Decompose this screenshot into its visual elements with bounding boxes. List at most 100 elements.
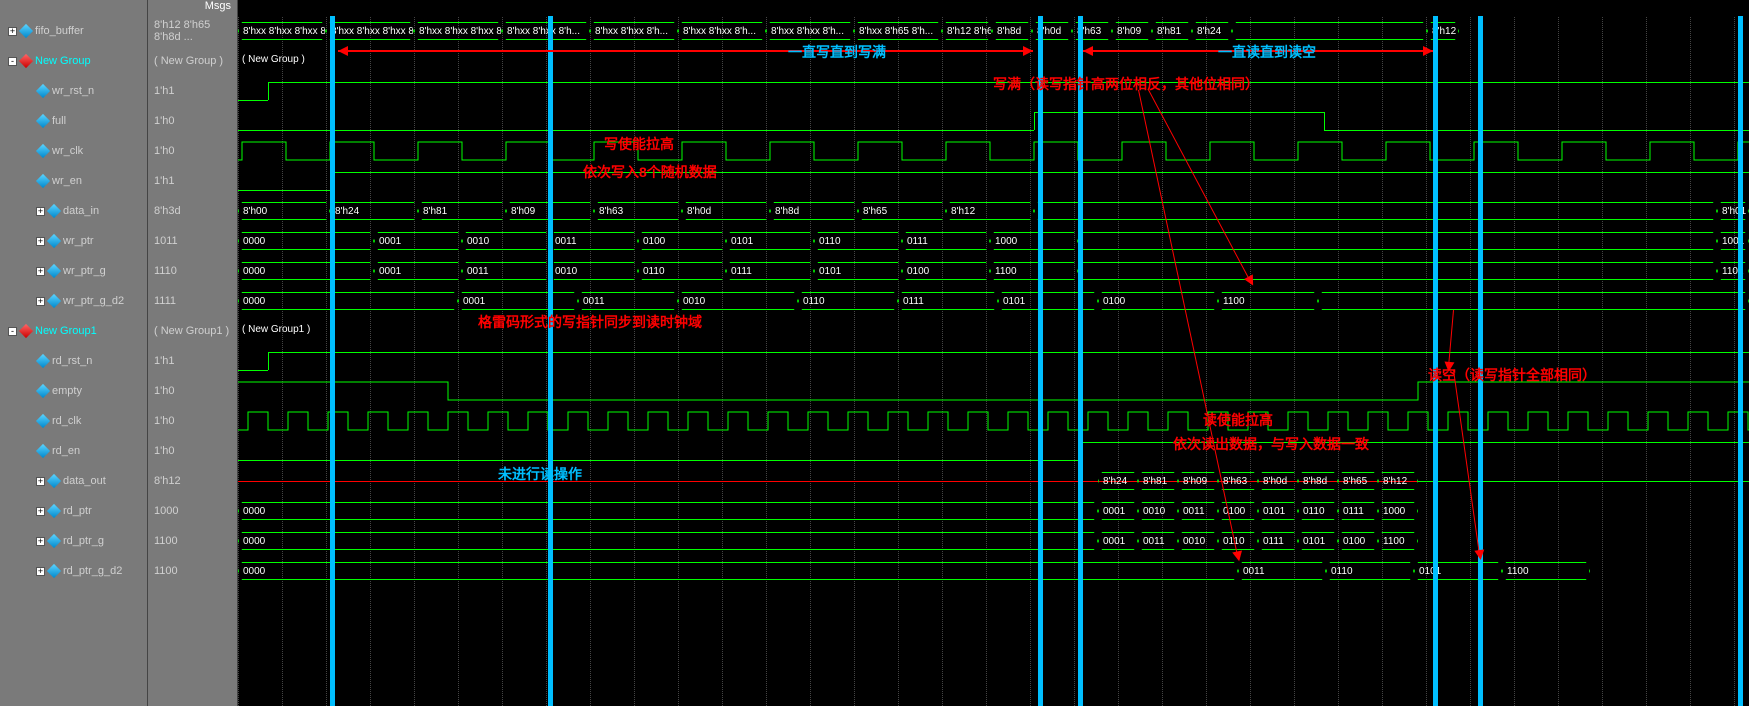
wave-row-rd_rst_n xyxy=(238,346,1749,376)
expand-icon[interactable]: + xyxy=(36,537,45,546)
bus-value: 0100 xyxy=(1338,532,1378,550)
signal-value-rd_rst_n: 1'h1 xyxy=(148,346,237,376)
signal-name-wr_en[interactable]: wr_en xyxy=(0,166,147,196)
bus-value: 8'hxx 8'hxx 8'h... xyxy=(590,22,678,40)
signal-label: rd_ptr xyxy=(63,505,92,517)
bus-value: 0000 xyxy=(238,232,374,250)
wave-row-rd_ptr: 000000010010001101000101011001111000 xyxy=(238,496,1749,526)
wave-row-wr_en xyxy=(238,166,1749,196)
bus-value xyxy=(1078,262,1717,280)
bus-value: 8'hxx 8'hxx 8'hxx 8'hxx 8'... xyxy=(238,22,326,40)
time-cursor[interactable] xyxy=(1078,16,1083,706)
bus-value: 0111 xyxy=(1258,532,1298,550)
signal-name-fifo_buffer[interactable]: +fifo_buffer xyxy=(0,16,147,46)
waveform-panel[interactable]: 8'hxx 8'hxx 8'hxx 8'hxx 8'... 8'hxx 8'hxx… xyxy=(238,0,1749,706)
signal-name-wr_ptr_g[interactable]: + wr_ptr_g xyxy=(0,256,147,286)
expand-icon[interactable]: + xyxy=(36,477,45,486)
signal-name-empty[interactable]: empty xyxy=(0,376,147,406)
expand-icon[interactable]: + xyxy=(36,507,45,516)
bus-value: 0001 xyxy=(1098,532,1138,550)
signal-name-wr_ptr_g_d2[interactable]: + wr_ptr_g_d2 xyxy=(0,286,147,316)
bus-value: 0010 xyxy=(1178,532,1218,550)
signal-value-rd_ptr_g: 1100 xyxy=(148,526,237,556)
signal-value-data_out: 8'h12 xyxy=(148,466,237,496)
signal-name-rd_en[interactable]: rd_en xyxy=(0,436,147,466)
bus-value: 0100 xyxy=(1218,502,1258,520)
signal-name-data_in[interactable]: +data_in xyxy=(0,196,147,226)
time-cursor[interactable] xyxy=(330,16,335,706)
expand-icon[interactable]: + xyxy=(36,207,45,216)
expand-icon[interactable]: + xyxy=(36,297,45,306)
bus-value: 8'h81 xyxy=(1152,22,1192,40)
bus-value: 0101 xyxy=(1298,532,1338,550)
expand-icon[interactable]: + xyxy=(8,27,17,36)
signal-diamond-icon xyxy=(47,234,61,248)
signal-name-rd_ptr_g[interactable]: +rd_ptr_g xyxy=(0,526,147,556)
bus-value: 8'h8d xyxy=(1298,472,1338,490)
bus-value: 8'hxx 8'hxx 8'h... xyxy=(678,22,766,40)
signal-label: wr_ptr xyxy=(63,235,94,247)
time-cursor[interactable] xyxy=(1738,16,1743,706)
bus-value: 8'h81 xyxy=(418,202,506,220)
signal-name-New Group[interactable]: -New Group xyxy=(0,46,147,76)
wave-row-wr_clk xyxy=(238,136,1749,166)
bus-value: 8'hxx 8'hxx 8'h... xyxy=(502,22,590,40)
signal-name-wr_clk[interactable]: wr_clk xyxy=(0,136,147,166)
wave-row-wr_ptr_g_d2: 000000010011001001100111010101001100 xyxy=(238,286,1749,316)
wave-row-full xyxy=(238,106,1749,136)
signal-diamond-icon xyxy=(36,84,50,98)
signal-name-rd_rst_n[interactable]: rd_rst_n xyxy=(0,346,147,376)
signal-value-wr_en: 1'h1 xyxy=(148,166,237,196)
bus-value: 0011 xyxy=(1178,502,1218,520)
expand-icon[interactable]: + xyxy=(36,267,45,276)
bus-value xyxy=(1232,22,1427,40)
signal-name-wr_rst_n[interactable]: wr_rst_n xyxy=(0,76,147,106)
time-cursor[interactable] xyxy=(1433,16,1438,706)
expand-icon[interactable]: - xyxy=(8,327,17,336)
signal-label: wr_ptr_g xyxy=(63,265,106,277)
signal-name-rd_ptr[interactable]: + rd_ptr xyxy=(0,496,147,526)
time-cursor[interactable] xyxy=(1478,16,1483,706)
wave-row-rd_clk xyxy=(238,406,1749,436)
signal-label: wr_ptr_g_d2 xyxy=(63,295,124,307)
signal-diamond-icon xyxy=(47,204,61,218)
time-ruler xyxy=(238,0,1749,16)
bus-value: 1000 xyxy=(1378,502,1418,520)
wave-row-fifo_buffer: 8'hxx 8'hxx 8'hxx 8'hxx 8'... 8'hxx 8'hxx… xyxy=(238,16,1749,46)
bus-value: 0011 xyxy=(462,262,550,280)
bus-value: 8'h8d xyxy=(992,22,1032,40)
expand-icon[interactable]: + xyxy=(36,567,45,576)
signal-diamond-icon xyxy=(47,264,61,278)
signal-name-full[interactable]: full xyxy=(0,106,147,136)
wave-row-empty xyxy=(238,376,1749,406)
expand-icon[interactable]: - xyxy=(8,57,17,66)
bus-value xyxy=(1078,232,1717,250)
signal-name-wr_ptr[interactable]: + wr_ptr xyxy=(0,226,147,256)
expand-icon[interactable]: + xyxy=(36,237,45,246)
bus-value: 8'hxx 8'hxx 8'h... xyxy=(766,22,854,40)
bus-value: 8'h81 xyxy=(1138,472,1178,490)
bus-value: 0001 xyxy=(374,232,462,250)
time-cursor[interactable] xyxy=(1038,16,1043,706)
signal-name-New Group1[interactable]: -New Group1 xyxy=(0,316,147,346)
signal-value-rd_ptr: 1000 xyxy=(148,496,237,526)
bus-value: 8'hxx 8'h65 8'h... xyxy=(854,22,942,40)
bus-value: 1001 xyxy=(1717,232,1749,250)
wave-row-wr_ptr_g: 0000000100110010011001110101010011001101 xyxy=(238,256,1749,286)
bus-value: 0000 xyxy=(238,532,1098,550)
signal-value-wr_ptr: 1011 xyxy=(148,226,237,256)
signal-diamond-icon xyxy=(47,534,61,548)
signal-names-panel: +fifo_buffer-New Groupwr_rst_nfullwr_clk… xyxy=(0,0,148,706)
signal-diamond-icon xyxy=(36,174,50,188)
signal-name-rd_ptr_g_d2[interactable]: +rd_ptr_g_d2 xyxy=(0,556,147,586)
bus-value: 0100 xyxy=(902,262,990,280)
bus-value: 1101 xyxy=(1717,262,1749,280)
wave-row-New Group1: ( New Group1 ) xyxy=(238,316,1749,346)
signal-name-rd_clk[interactable]: rd_clk xyxy=(0,406,147,436)
signal-name-data_out[interactable]: +data_out xyxy=(0,466,147,496)
signal-diamond-icon xyxy=(36,144,50,158)
signal-diamond-icon xyxy=(47,564,61,578)
signal-value-empty: 1'h0 xyxy=(148,376,237,406)
bus-value: 8'h09 xyxy=(1178,472,1218,490)
time-cursor[interactable] xyxy=(548,16,553,706)
